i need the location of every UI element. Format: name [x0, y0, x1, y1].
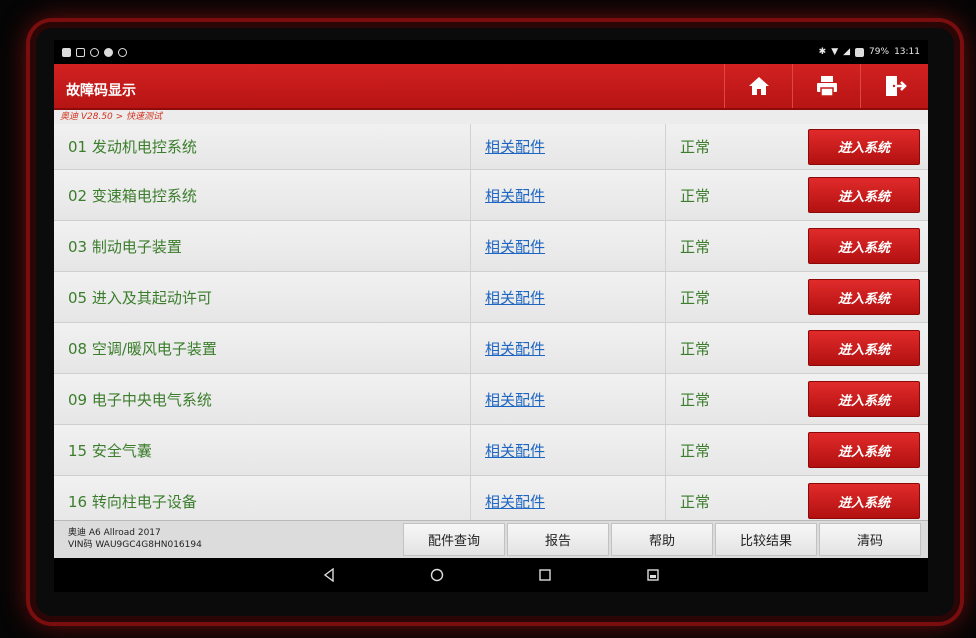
alert-notification-icon: [104, 47, 113, 57]
parts-cell: 相关配件: [470, 221, 666, 271]
system-name: 08 空调/暖风电子装置: [68, 339, 217, 358]
system-status: 正常: [680, 288, 711, 307]
toolbar: [724, 64, 928, 108]
system-name: 05 进入及其起动许可: [68, 288, 212, 307]
system-status: 正常: [680, 441, 711, 460]
parts-query-button[interactable]: 配件查询: [403, 523, 505, 556]
recents-icon: [539, 569, 551, 581]
system-list-panel: 奥迪 V28.50 > 快速测试 01 发动机电控系统 相关配件 正常 进入系统…: [54, 110, 928, 520]
back-icon: [323, 568, 334, 582]
vehicle-vin: VIN码 WAU9GC4G8HN016194: [68, 540, 202, 550]
title-bar: 故障码显示: [54, 64, 928, 110]
breadcrumb: 奥迪 V28.50 > 快速测试: [60, 112, 163, 122]
help-button[interactable]: 帮助: [611, 523, 713, 556]
signal-icon: ◢: [843, 47, 851, 57]
system-status: 正常: [680, 237, 711, 256]
clock: 13:11: [894, 47, 920, 57]
related-parts-link[interactable]: 相关配件: [485, 389, 545, 410]
exit-button[interactable]: [860, 64, 928, 108]
enter-system-button[interactable]: 进入系统: [808, 128, 920, 165]
battery-level: 79%: [869, 47, 890, 57]
vehicle-info: 奥迪 A6 Allroad 2017 VIN码 WAU9GC4G8HN01619…: [54, 521, 402, 558]
enter-system-button[interactable]: 进入系统: [808, 432, 920, 468]
system-list: 01 发动机电控系统 相关配件 正常 进入系统 02 变速箱电控系统 相关配件 …: [54, 124, 928, 520]
system-name: 09 电子中央电气系统: [68, 390, 212, 409]
nav-screenshot-button[interactable]: [643, 565, 663, 585]
nav-recents-button[interactable]: [535, 565, 555, 585]
function-bar: 奥迪 A6 Allroad 2017 VIN码 WAU9GC4G8HN01619…: [54, 520, 928, 558]
system-row: 01 发动机电控系统 相关配件 正常 进入系统: [54, 124, 928, 170]
system-status: 正常: [680, 390, 711, 409]
battery-icon: [855, 47, 865, 57]
system-row: 09 电子中央电气系统 相关配件 正常 进入系统: [54, 374, 928, 425]
system-row: 05 进入及其起动许可 相关配件 正常 进入系统: [54, 272, 928, 323]
system-row: 03 制动电子装置 相关配件 正常 进入系统: [54, 221, 928, 272]
parts-cell: 相关配件: [470, 170, 666, 220]
system-indicators: ✱ ▼ ◢ 79% 13:11: [819, 47, 920, 57]
system-status: 正常: [680, 339, 711, 358]
wifi-icon: ▼: [831, 47, 839, 57]
print-icon: [816, 76, 837, 97]
notification-icons: [62, 47, 127, 57]
enter-system-button[interactable]: 进入系统: [808, 177, 920, 213]
enter-system-button[interactable]: 进入系统: [808, 279, 920, 315]
system-status: 正常: [680, 138, 711, 156]
system-row: 02 变速箱电控系统 相关配件 正常 进入系统: [54, 170, 928, 221]
exit-icon: [885, 76, 907, 96]
system-row: 16 转向柱电子设备 相关配件 正常 进入系统: [54, 476, 928, 520]
related-parts-link[interactable]: 相关配件: [485, 287, 545, 308]
system-row: 08 空调/暖风电子装置 相关配件 正常 进入系统: [54, 323, 928, 374]
home-button[interactable]: [724, 64, 792, 108]
parts-cell: 相关配件: [470, 323, 666, 373]
enter-system-button[interactable]: 进入系统: [808, 330, 920, 366]
tablet-screen: ✱ ▼ ◢ 79% 13:11 故障码显示 奥迪 V28.50 > 快速测试 0…: [54, 40, 928, 592]
home-icon: [748, 77, 769, 95]
app-notification-icon: [90, 47, 99, 57]
android-status-bar: ✱ ▼ ◢ 79% 13:11: [54, 40, 928, 64]
parts-cell: 相关配件: [470, 374, 666, 424]
system-name: 02 变速箱电控系统: [68, 186, 197, 205]
system-name: 16 转向柱电子设备: [68, 492, 197, 511]
usb-icon: [76, 47, 85, 57]
home-circle-icon: [430, 568, 444, 582]
enter-system-button[interactable]: 进入系统: [808, 381, 920, 417]
system-status: 正常: [680, 492, 711, 511]
related-parts-link[interactable]: 相关配件: [485, 236, 545, 257]
enter-system-button[interactable]: 进入系统: [808, 228, 920, 264]
image-notification-icon: [62, 47, 71, 57]
parts-cell: 相关配件: [470, 124, 666, 169]
screenshot-icon: [647, 569, 659, 581]
system-name: 15 安全气囊: [68, 441, 152, 460]
page-title: 故障码显示: [66, 83, 136, 99]
parts-cell: 相关配件: [470, 272, 666, 322]
related-parts-link[interactable]: 相关配件: [485, 491, 545, 512]
system-name: 03 制动电子装置: [68, 237, 182, 256]
print-button[interactable]: [792, 64, 860, 108]
related-parts-link[interactable]: 相关配件: [485, 185, 545, 206]
compare-results-button[interactable]: 比较结果: [715, 523, 817, 556]
system-status: 正常: [680, 186, 711, 205]
android-nav-bar: [54, 558, 928, 592]
system-name: 01 发动机电控系统: [68, 138, 197, 156]
android-debug-icon: [118, 47, 127, 57]
nav-back-button[interactable]: [319, 565, 339, 585]
clear-codes-button[interactable]: 清码: [819, 523, 921, 556]
related-parts-link[interactable]: 相关配件: [485, 136, 545, 157]
parts-cell: 相关配件: [470, 425, 666, 475]
vehicle-model: 奥迪 A6 Allroad 2017: [68, 528, 161, 538]
report-button[interactable]: 报告: [507, 523, 609, 556]
related-parts-link[interactable]: 相关配件: [485, 440, 545, 461]
nav-home-button[interactable]: [427, 565, 447, 585]
enter-system-button[interactable]: 进入系统: [808, 483, 920, 519]
related-parts-link[interactable]: 相关配件: [485, 338, 545, 359]
bluetooth-icon: ✱: [818, 47, 827, 57]
system-row: 15 安全气囊 相关配件 正常 进入系统: [54, 425, 928, 476]
parts-cell: 相关配件: [470, 476, 666, 520]
